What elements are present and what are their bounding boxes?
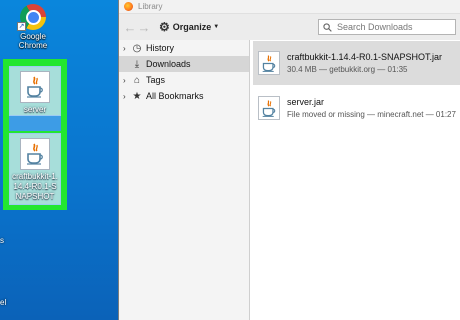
chevron-right-icon[interactable]: ›: [123, 92, 131, 101]
gear-icon: ⚙: [159, 20, 170, 34]
download-status: File moved or missing — minecraft.net — …: [287, 110, 456, 119]
desktop-edge-text: s: [0, 236, 4, 245]
download-status: 30.4 MB — getbukkit.org — 01:35: [287, 65, 408, 74]
sidebar-item-label: All Bookmarks: [146, 91, 204, 101]
organize-button[interactable]: ⚙ Organize ▼: [159, 20, 219, 34]
chevron-down-icon: ▼: [213, 24, 220, 30]
java-jar-icon: [20, 138, 50, 170]
desktop-icon-server[interactable]: server: [9, 66, 61, 116]
search-icon: [323, 22, 332, 32]
download-filename: craftbukkit-1.14.4-R0.1-SNAPSHOT.jar: [287, 52, 443, 62]
library-body: › ◷ History ⤓ Downloads › ⌂ Tags › ★ All…: [119, 40, 460, 320]
sidebar-item-all-bookmarks[interactable]: › ★ All Bookmarks: [119, 88, 249, 104]
desktop: ↗ Google Chrome server craftbukkit-1.14.…: [0, 0, 118, 320]
search-placeholder: Search Downloads: [337, 22, 413, 32]
forward-arrow-icon[interactable]: →: [137, 20, 151, 35]
chevron-right-icon[interactable]: ›: [123, 44, 131, 53]
sidebar-item-label: History: [146, 43, 175, 53]
sidebar-item-label: Tags: [146, 75, 166, 85]
google-chrome-shortcut[interactable]: ↗ Google Chrome: [10, 4, 56, 50]
list-item[interactable]: craftbukkit-1.14.4-R0.1-SNAPSHOT.jar 30.…: [253, 41, 460, 85]
shortcut-arrow-icon: ↗: [17, 22, 26, 31]
desktop-icon-label: craftbukkit-1.14.4-R0.1-SNAPSHOT: [12, 172, 58, 201]
sidebar-item-label: Downloads: [146, 59, 191, 69]
star-icon: ★: [132, 90, 142, 102]
title-bar[interactable]: Library: [119, 0, 460, 14]
toolbar: ← → ⚙ Organize ▼ Search Downloads: [119, 14, 460, 40]
java-jar-icon: [258, 96, 280, 120]
list-item[interactable]: server.jar File moved or missing — minec…: [253, 86, 460, 130]
chevron-right-icon[interactable]: ›: [123, 76, 131, 85]
clock-icon: ◷: [132, 42, 142, 54]
desktop-icon-label: server: [23, 105, 47, 114]
window-title: Library: [138, 2, 163, 11]
java-jar-icon: [20, 71, 50, 103]
download-filename: server.jar: [287, 97, 325, 107]
download-icon: ⤓: [134, 58, 140, 70]
sidebar-item-downloads[interactable]: ⤓ Downloads: [119, 56, 249, 72]
desktop-icon-label: Google Chrome: [18, 32, 48, 50]
organize-label: Organize: [172, 22, 212, 32]
sidebar: › ◷ History ⤓ Downloads › ⌂ Tags › ★ All…: [119, 40, 249, 320]
library-window: Library ← → ⚙ Organize ▼ Search Download…: [118, 0, 460, 320]
java-jar-icon: [258, 51, 280, 75]
selection-gap: [9, 116, 61, 131]
back-arrow-icon[interactable]: ←: [123, 20, 137, 35]
desktop-icon-craftbukkit[interactable]: craftbukkit-1.14.4-R0.1-SNAPSHOT: [9, 133, 61, 205]
search-input[interactable]: Search Downloads: [318, 19, 456, 35]
desktop-edge-text: el: [0, 298, 7, 307]
sidebar-item-tags[interactable]: › ⌂ Tags: [119, 72, 249, 88]
sidebar-item-history[interactable]: › ◷ History: [119, 40, 249, 56]
downloads-list: craftbukkit-1.14.4-R0.1-SNAPSHOT.jar 30.…: [250, 40, 460, 320]
tag-icon: ⌂: [133, 74, 141, 86]
firefox-icon: [124, 2, 133, 11]
